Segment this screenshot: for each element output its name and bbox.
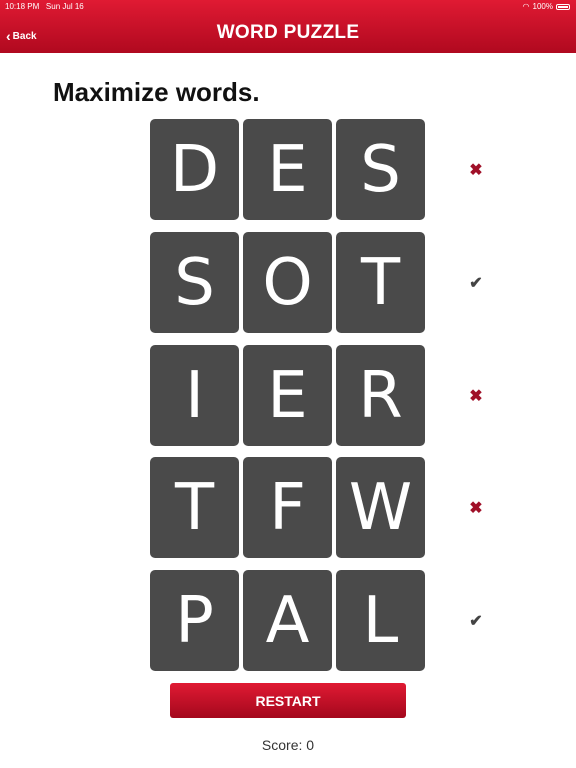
letter-tile[interactable]: S: [150, 232, 239, 333]
battery-icon: [556, 4, 570, 10]
invalid-word-icon: ✖: [469, 388, 483, 405]
word-row: T F W: [150, 457, 426, 558]
word-row: P A L: [150, 570, 426, 671]
letter-tile[interactable]: T: [336, 232, 425, 333]
letter-tile[interactable]: R: [336, 345, 425, 446]
prompt-heading: Maximize words.: [53, 77, 260, 107]
letter-tile[interactable]: T: [150, 457, 239, 558]
page-title: WORD PUZZLE: [216, 22, 360, 43]
invalid-word-icon: ✖: [469, 500, 483, 517]
restart-button[interactable]: RESTART: [170, 683, 406, 718]
letter-tile[interactable]: E: [243, 345, 332, 446]
status-date: Sun Jul 16: [45, 2, 84, 11]
letter-tile[interactable]: L: [336, 570, 425, 671]
word-row: D E S: [150, 119, 426, 220]
invalid-word-icon: ✖: [469, 162, 483, 179]
letter-tile[interactable]: D: [150, 119, 239, 220]
valid-word-icon: ✔: [469, 613, 483, 630]
battery-percent: 100%: [532, 2, 553, 11]
letter-tile[interactable]: E: [243, 119, 332, 220]
letter-tile[interactable]: S: [336, 119, 425, 220]
word-row: I E R: [150, 345, 426, 446]
letter-tile[interactable]: O: [243, 232, 332, 333]
letter-tile[interactable]: A: [243, 570, 332, 671]
word-row: S O T: [150, 232, 426, 333]
letter-tile[interactable]: I: [150, 345, 239, 446]
letter-tile[interactable]: W: [336, 457, 425, 558]
status-bar-right: ◠ 100%: [523, 2, 570, 12]
score-label: Score: 0: [261, 737, 315, 753]
letter-tile[interactable]: F: [243, 457, 332, 558]
letter-tile[interactable]: P: [150, 570, 239, 671]
wifi-icon: ◠: [522, 2, 530, 11]
header-bar: 10:18 PM Sun Jul 16 ◠ 100% ‹ Back WORD P…: [0, 0, 576, 53]
valid-word-icon: ✔: [469, 275, 483, 292]
status-time: 10:18 PM: [5, 2, 40, 11]
status-bar-left: 10:18 PM Sun Jul 16: [5, 2, 84, 12]
